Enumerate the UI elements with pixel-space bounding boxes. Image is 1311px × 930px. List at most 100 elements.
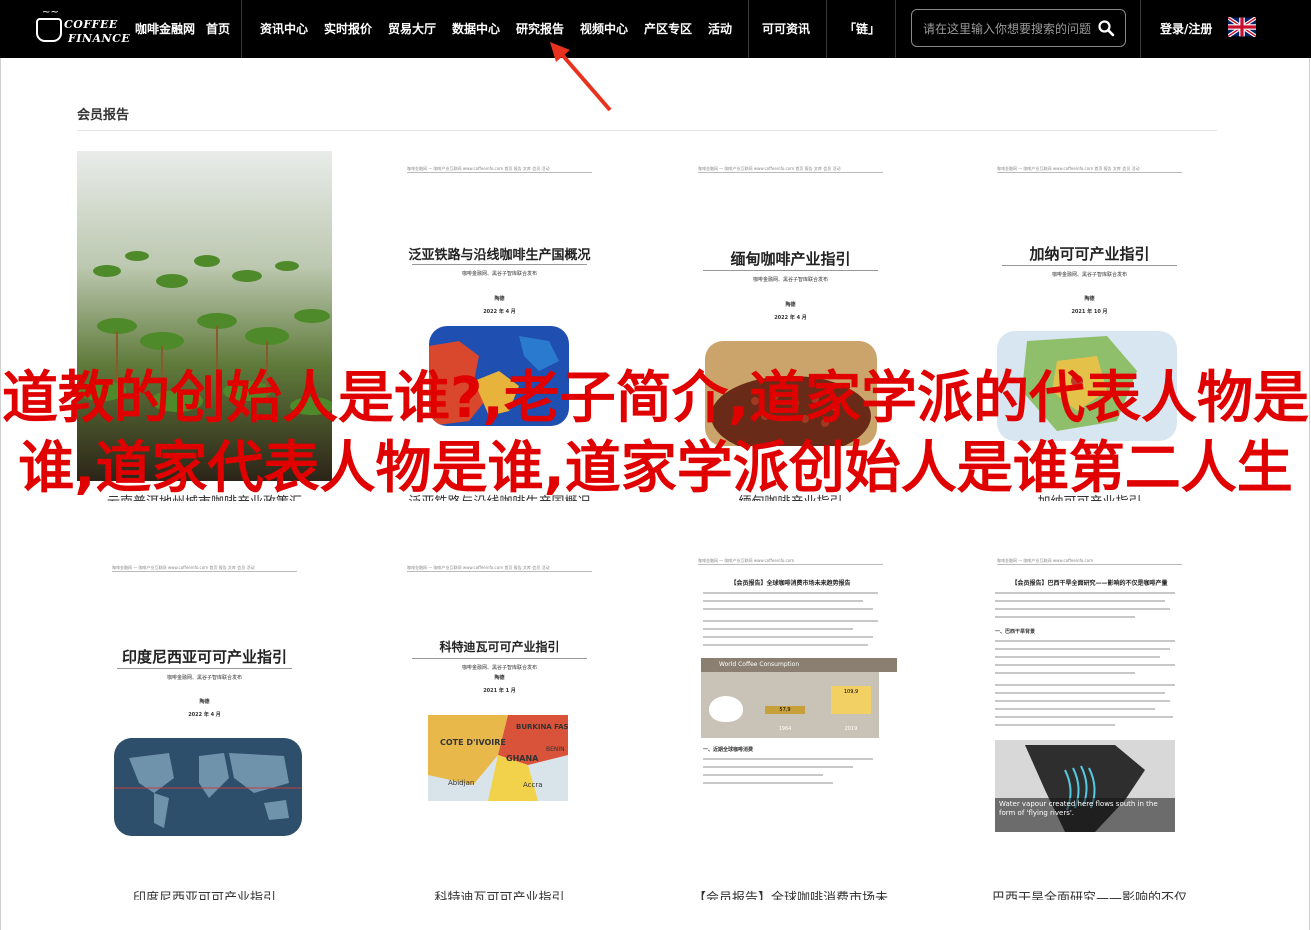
report-card[interactable]: 咖啡金融网 — 咖啡产业互联网 www.coffeeinfo.com 首页 报告… [663,151,918,501]
doc-text-line [995,672,1135,674]
chart-bar-1964: 57,9 [765,706,805,714]
nav-item-video[interactable]: 视频中心 [580,20,628,37]
card-caption[interactable]: 泛亚铁路与沿线咖啡生产国概况 [372,491,627,501]
doc-text-line [995,684,1175,686]
report-card[interactable]: 咖啡金融网 — 咖啡产业互联网 www.coffeeinfo.com 首页 报告… [372,550,627,900]
nav-home[interactable]: 首页 [206,20,230,37]
doc-header: 咖啡金融网 — 咖啡产业互联网 www.coffeeinfo.com [698,558,883,565]
doc-date: 2021 年 1 月 [483,688,516,694]
site-logo[interactable]: ~~ COFFEE FINANCE [34,8,130,50]
card-caption[interactable]: 科特迪瓦可可产业指引 [372,887,627,900]
doc-title-rule [412,264,587,265]
card-caption[interactable]: 印度尼西亚可可产业指引 [77,887,332,900]
doc-section-heading: 一、巴西干旱背景 [995,629,1036,635]
report-card[interactable]: 咖啡金融网 — 咖啡产业互联网 www.coffeeinfo.com 【会员报告… [962,550,1217,900]
report-card[interactable]: 咖啡金融网 — 咖啡产业互联网 www.coffeeinfo.com 首页 报告… [962,151,1217,501]
logo-text-line1: COFFEE [64,18,118,31]
doc-section-heading: 一、近期全球咖啡消费 [703,747,754,753]
coffee-cup-icon [36,18,62,42]
nav-item-regions[interactable]: 产区专区 [644,20,692,37]
coffee-consumption-chart-image: World Coffee Consumption 57,9 109,9 1964… [701,658,897,738]
doc-publisher: 咖啡金融网、黑谷子智库联合发布 [461,665,537,671]
doc-author: 陶德 [494,675,505,681]
map-label: COTE D'IVOIRE [440,738,506,747]
search-box [911,9,1126,47]
map-label: GHANA [506,754,539,763]
doc-text-line [995,648,1170,650]
doc-author: 陶德 [494,296,505,302]
chart-year-2019: 2019 [844,726,858,732]
doc-text-line [995,724,1115,726]
doc-author: 陶德 [785,302,796,308]
nav-divider [1140,0,1141,58]
section-title: 会员报告 [77,108,130,123]
doc-text-line [995,664,1175,666]
card-caption[interactable]: 缅甸咖啡产业指引 [663,491,918,501]
steam-icon: ~~ [42,7,59,18]
doc-date: 2021 年 10 月 [1071,309,1108,315]
doc-author: 陶德 [199,699,210,705]
card-caption[interactable]: 巴西干旱全面研究——影响的不仅 [962,887,1217,900]
doc-text-line [995,708,1155,710]
doc-header: 咖啡金融网 — 咖啡产业互联网 www.coffeeinfo.com 首页 报告… [698,166,883,173]
top-nav: ~~ COFFEE FINANCE 咖啡金融网 首页 资讯中心 实时报价 贸易大… [0,0,1311,58]
uk-flag-icon[interactable] [1228,17,1256,37]
doc-text-line [995,608,1170,610]
nav-item-news[interactable]: 资讯中心 [260,20,308,37]
doc-title: 泛亚铁路与沿线咖啡生产国概况 [408,248,591,263]
red-arrow-annotation [550,42,612,112]
doc-text-line [703,766,853,768]
doc-text-line [995,616,1135,618]
nav-site-name[interactable]: 咖啡金融网 [135,20,195,37]
map-label: Accra [523,781,543,789]
doc-text-line [703,592,878,594]
doc-title-rule [117,668,292,669]
frame-left-border [0,58,1,930]
login-register-link[interactable]: 登录/注册 [1160,20,1212,37]
card-caption[interactable]: 加纳可可产业指引 [962,491,1217,501]
doc-title: 加纳可可产业指引 [1029,245,1150,263]
doc-date: 2022 年 4 月 [483,309,516,315]
search-input[interactable] [921,18,1095,40]
doc-title-rule [703,270,878,271]
nav-item-data[interactable]: 数据中心 [452,20,500,37]
doc-date: 2022 年 4 月 [188,712,221,718]
world-map-image [114,738,302,836]
coffee-cup-icon [709,696,743,722]
nav-item-events[interactable]: 活动 [708,20,732,37]
doc-text-line [703,758,873,760]
nav-item-cocoa[interactable]: 可可资讯 [762,20,810,37]
card-caption[interactable]: 云南普洱地州城市咖啡产业政策汇 [77,491,332,501]
report-card[interactable]: 咖啡金融网 — 咖啡产业互联网 www.coffeeinfo.com 【会员报告… [663,550,918,900]
doc-text-line [703,774,823,776]
report-card[interactable]: 云南普洱地州城市咖啡产业政策汇 [77,151,332,501]
nav-divider [826,0,827,58]
map-label: BURKINA FASO [516,723,568,731]
search-icon[interactable] [1097,19,1115,37]
doc-header: 咖啡金融网 — 咖啡产业互联网 www.coffeeinfo.com 首页 报告… [407,565,592,572]
nav-item-research[interactable]: 研究报告 [516,20,564,37]
nav-item-chain[interactable]: 「链」 [844,20,880,37]
doc-title: 【会员报告】全球咖啡消费市场未来趋势报告 [730,580,851,587]
section-divider [77,130,1217,131]
chart-bar-2019: 109,9 [831,686,871,714]
nav-divider [241,0,242,58]
doc-text-line [703,600,863,602]
doc-text-line [995,640,1175,642]
nav-item-quotes[interactable]: 实时报价 [324,20,372,37]
doc-title: 缅甸咖啡产业指引 [730,250,851,268]
doc-title-rule [412,658,587,659]
report-card[interactable]: 咖啡金融网 — 咖啡产业互联网 www.coffeeinfo.com 首页 报告… [77,550,332,900]
doc-header: 咖啡金融网 — 咖啡产业互联网 www.coffeeinfo.com 首页 报告… [997,166,1182,173]
doc-title-rule [1002,265,1177,266]
doc-header: 咖啡金融网 — 咖啡产业互联网 www.coffeeinfo.com [997,558,1182,565]
report-card[interactable]: 咖啡金融网 — 咖啡产业互联网 www.coffeeinfo.com 首页 报告… [372,151,627,501]
card-caption[interactable]: 【会员报告】全球咖啡消费市场未 [663,887,918,900]
coffee-beans-image [705,341,877,446]
doc-title: 【会员报告】巴西干旱全面研究——影响的不仅是咖啡产量 [1011,580,1168,587]
nav-item-trade[interactable]: 贸易大厅 [388,20,436,37]
doc-text-line [995,592,1175,594]
doc-text-line [995,716,1173,718]
doc-text-line [703,644,868,646]
doc-author: 陶德 [1084,296,1095,302]
